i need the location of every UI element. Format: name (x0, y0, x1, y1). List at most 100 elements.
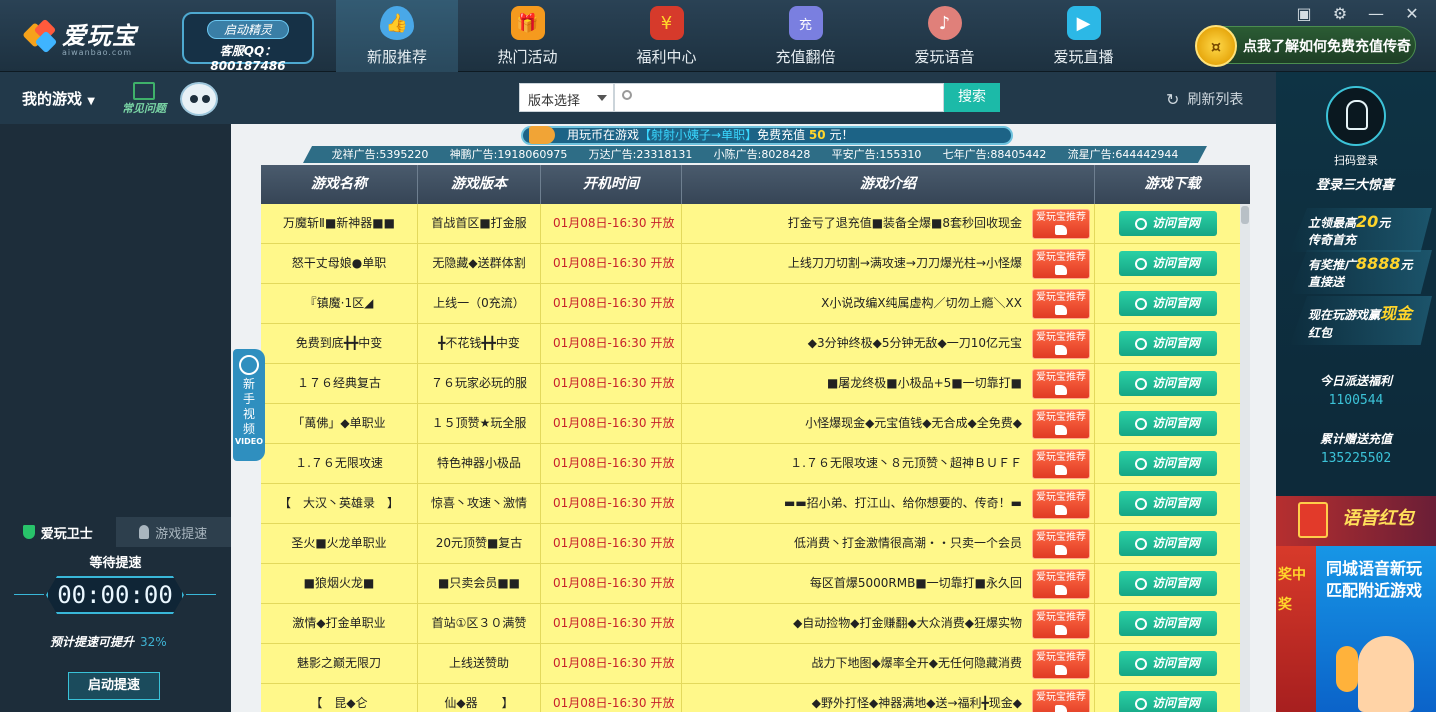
game-intro-text: ◆野外打怪◆神器满地◆送→福利╋现金◆ (811, 696, 1022, 710)
game-name[interactable]: 圣火■火龙单职业 (261, 524, 418, 563)
table-row[interactable]: 『镇魔·1区◢ 上线一（0充流） 01月08日-16:30 开放 Ⅹ小说改编Ⅹ纯属虚构／… (261, 284, 1240, 324)
nav-new-servers[interactable]: 👍 新服推荐 (336, 0, 458, 72)
table-row[interactable]: １７６经典复古 ７６玩家必玩的服 01月08日-16:30 开放 ■屠龙终极■小极品+5… (261, 364, 1240, 404)
announcement-bar[interactable]: 用玩币在游戏【射射小姨子→单职】免费充值 50 元！ (521, 126, 1013, 145)
gift-first-recharge[interactable]: 立领最高20元 传奇首充 (1290, 208, 1432, 252)
gear-icon[interactable]: ⚙ (1330, 4, 1350, 23)
visit-site-button[interactable]: 访问官网 (1118, 331, 1217, 356)
minimize-icon[interactable]: — (1366, 4, 1386, 23)
close-icon[interactable]: ✕ (1402, 4, 1422, 23)
ad-item[interactable]: 龙祥广告:5395220 (332, 146, 429, 163)
visit-site-button[interactable]: 访问官网 (1118, 251, 1217, 276)
ad-item[interactable]: 流星广告:644442944 (1068, 146, 1179, 163)
game-name[interactable]: 魅影之巅无限刀 (261, 644, 418, 683)
gift-referral[interactable]: 有奖推广8888元 直接送 (1290, 250, 1432, 294)
ad-item[interactable]: 平安广告:155310 (832, 146, 922, 163)
list-scrollbar[interactable] (1240, 204, 1250, 712)
water-drop-icon: 👍 (380, 6, 414, 40)
free-recharge-promo[interactable]: ¤ 点我了解如何免费充值传奇 (1195, 25, 1416, 67)
game-name[interactable]: 【 大汉丶英雄录 】 (261, 484, 418, 523)
game-name[interactable]: ■狼烟火龙■ (261, 564, 418, 603)
newbie-video-tab[interactable]: 新手视频 VIDEO (233, 349, 265, 461)
version-select[interactable]: 版本选择 (519, 83, 614, 112)
search-button[interactable]: 搜索 (944, 83, 1000, 112)
start-boost-button[interactable]: 启动提速 (68, 672, 160, 700)
visit-site-button[interactable]: 访问官网 (1118, 211, 1217, 236)
table-row[interactable]: 圣火■火龙单职业 20元顶赞■复古 01月08日-16:30 开放 低消费丶打金激情很高… (261, 524, 1240, 564)
game-name[interactable]: 「萬佛」◆单职业 (261, 404, 418, 443)
header-download: 游戏下载 (1144, 176, 1201, 192)
visit-site-button[interactable]: 访问官网 (1118, 531, 1217, 556)
ad-item[interactable]: 神鹏广告:1918060975 (450, 146, 568, 163)
robot-assistant-icon[interactable] (180, 82, 218, 116)
table-row[interactable]: 怒干丈母娘●单职 无隐藏◆送群体割 01月08日-16:30 开放 上线刀刀切割→满攻速… (261, 244, 1240, 284)
open-status: 开放 (650, 576, 675, 590)
faq-button[interactable]: 常见问题 (120, 82, 168, 116)
visit-site-label: 访问官网 (1151, 496, 1200, 510)
game-intro-text: １.７６无限攻速丶８元顶赞丶超神ＢＵＦＦ (790, 456, 1022, 470)
table-row[interactable]: 魅影之巅无限刀 上线送赞助 01月08日-16:30 开放 战力下地图◆爆率全开◆无任何… (261, 644, 1240, 684)
tab-game-boost[interactable]: 游戏提速 (115, 517, 231, 547)
nav-live[interactable]: ▶ 爱玩直播 (1014, 0, 1153, 72)
ad-item[interactable]: 小陈广告:8028428 (714, 146, 811, 163)
toolbox-icon[interactable]: ▣ (1294, 4, 1314, 23)
visit-site-button[interactable]: 访问官网 (1118, 371, 1217, 396)
game-name[interactable]: １.７６无限攻速 (261, 444, 418, 483)
scrollbar-thumb[interactable] (1241, 206, 1249, 224)
open-time: 01月08日-16:30 开放 (541, 244, 682, 283)
nav-welfare-center[interactable]: ¥ 福利中心 (597, 0, 736, 72)
voice-redpacket-banner[interactable]: 语音红包 (1276, 496, 1436, 546)
open-status: 开放 (650, 496, 675, 510)
thumbs-up-icon (1055, 624, 1067, 635)
visit-site-button[interactable]: 访问官网 (1118, 691, 1217, 712)
nav-voice[interactable]: ♪ 爱玩语音 (875, 0, 1014, 72)
table-row[interactable]: 【 大汉丶英雄录 】惊喜丶攻速丶激情 01月08日-16:30 开放 ▬▬招小弟、打江… (261, 484, 1240, 524)
game-name[interactable]: 激情◆打金单职业 (261, 604, 418, 643)
launch-sprite-panel[interactable]: 启动精灵 客服QQ：800187486 (182, 12, 314, 73)
tab-guard[interactable]: 爱玩卫士 (0, 517, 116, 547)
visit-site-button[interactable]: 访问官网 (1118, 571, 1217, 596)
table-row[interactable]: 万魔斩Ⅱ■新神器■■ 首战首区■打金服 01月08日-16:30 开放 打金亏了退充值■… (261, 204, 1240, 244)
table-row[interactable]: ■狼烟火龙■ ■只卖会员■■ 01月08日-16:30 开放 每区首爆5000RMB■一… (261, 564, 1240, 604)
game-name[interactable]: １７６经典复古 (261, 364, 418, 403)
game-name[interactable]: 『镇魔·1区◢ (261, 284, 418, 323)
refresh-list-button[interactable]: ↻ 刷新列表 (1166, 89, 1243, 109)
nav-double-recharge[interactable]: 充 充值翻倍 (736, 0, 875, 72)
announce-game-link[interactable]: 【射射小姨子→单职】 (639, 128, 757, 142)
tab-guard-label: 爱玩卫士 (40, 526, 93, 542)
download-cell: 访问官网 (1095, 444, 1240, 483)
my-games-dropdown[interactable]: 我的游戏 ▼ (22, 88, 95, 109)
table-row[interactable]: 【 昆◆仑 仙◆器 】 01月08日-16:30 开放 ◆野外打怪◆神器满地◆送→福利╋… (261, 684, 1240, 712)
visit-site-button[interactable]: 访问官网 (1118, 451, 1217, 476)
table-row[interactable]: 激情◆打金单职业 首站①区３０满赞 01月08日-16:30 开放 ◆自动捡物◆打金赚翻… (261, 604, 1240, 644)
qr-login-avatar[interactable] (1326, 86, 1386, 146)
game-name[interactable]: 怒干丈母娘●单职 (261, 244, 418, 283)
ad-item[interactable]: 七年广告:88405442 (943, 146, 1047, 163)
scan-login-label[interactable]: 扫码登录 (1276, 152, 1436, 168)
search-input[interactable] (637, 88, 937, 108)
game-intro: ◆自动捡物◆打金赚翻◆大众消费◆狂爆实物 爱玩宝推荐 (682, 604, 1095, 643)
ad-item[interactable]: 万达广告:23318131 (589, 146, 693, 163)
game-name[interactable]: 免费到底╋╋中变 (261, 324, 418, 363)
visit-site-button[interactable]: 访问官网 (1118, 491, 1217, 516)
visit-site-button[interactable]: 访问官网 (1118, 611, 1217, 636)
video-label: VIDEO (234, 437, 264, 446)
visit-site-label: 访问官网 (1151, 536, 1200, 550)
gift-cash-redpacket[interactable]: 现在玩游戏赢现金 红包 (1290, 296, 1432, 345)
visit-site-button[interactable]: 访问官网 (1118, 291, 1217, 316)
visit-site-button[interactable]: 访问官网 (1118, 651, 1217, 676)
search-box[interactable] (614, 83, 944, 112)
city-voice-ad[interactable]: 奖中奖 同城语音新玩 匹配附近游戏 (1276, 546, 1436, 712)
city-title-line2: 匹配附近游戏 (1326, 581, 1423, 600)
launch-sprite-label[interactable]: 启动精灵 (206, 20, 289, 39)
gift1-amount: 20 (1356, 212, 1379, 231)
game-name[interactable]: 万魔斩Ⅱ■新神器■■ (261, 204, 418, 243)
table-row[interactable]: １.７６无限攻速 特色神器小极品 01月08日-16:30 开放 １.７６无限攻速丶８元… (261, 444, 1240, 484)
table-row[interactable]: 免费到底╋╋中变 ╋不花钱╋╋中变 01月08日-16:30 开放 ◆3分钟终极◆5分钟… (261, 324, 1240, 364)
microphone-icon (1336, 646, 1358, 692)
nav-hot-events[interactable]: 🎁 热门活动 (458, 0, 597, 72)
visit-site-button[interactable]: 访问官网 (1118, 411, 1217, 436)
game-name[interactable]: 【 昆◆仑 (261, 684, 418, 712)
table-row[interactable]: 「萬佛」◆单职业 １５顶赞★玩全服 01月08日-16:30 开放 小怪爆现金◆元宝值钱… (261, 404, 1240, 444)
game-intro: ◆3分钟终极◆5分钟无敌◆一刀10亿元宝 爱玩宝推荐 (682, 324, 1095, 363)
